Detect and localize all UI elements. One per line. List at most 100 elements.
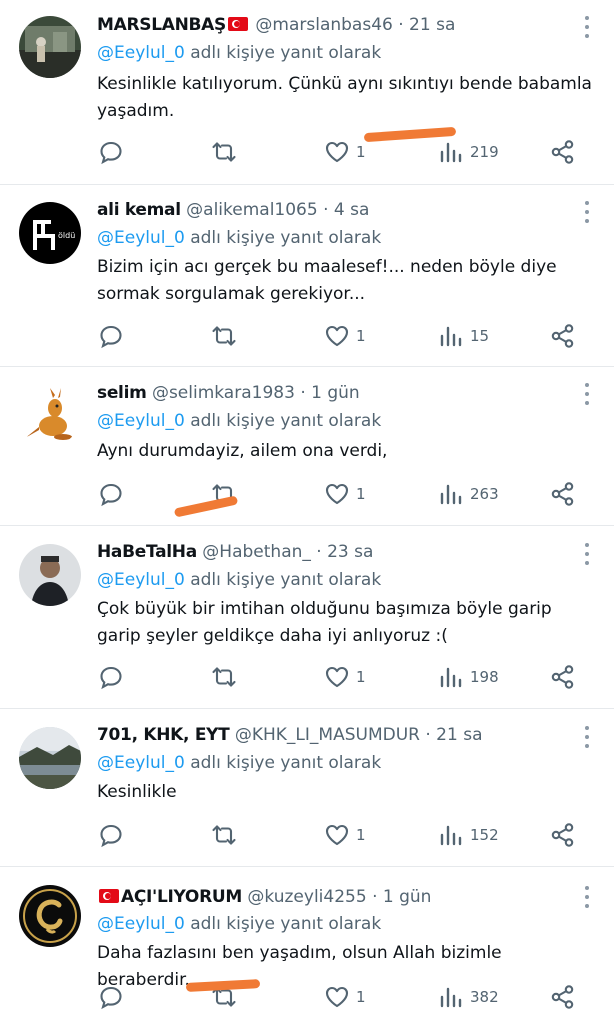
view-count: 219 [470,143,499,161]
retweet-icon [212,667,236,687]
reply-button[interactable] [98,820,124,850]
like-button[interactable]: 1 [324,820,366,850]
timestamp[interactable]: 21 sa [409,15,455,35]
separator-dot: · [425,725,431,745]
like-button[interactable]: 1 [324,982,366,1012]
tweet[interactable]: öldü ali kemal @alikemal1065 · 4 sa @Eey… [0,185,614,366]
views-button[interactable]: 382 [438,982,499,1012]
mention-link[interactable]: @Eeylul_0 [97,914,185,934]
mention-link[interactable]: @Eeylul_0 [97,43,185,63]
avatar[interactable]: öldü [19,202,81,264]
tweet[interactable]: 701, KHK, EYT @KHK_LI_MASUMDUR · 21 sa @… [0,709,614,866]
separator-dot: · [323,200,329,220]
heart-icon [325,483,349,505]
tweet[interactable]: AÇI'LIYORUM @kuzeyli4255 · 1 gün @Eeylul… [0,867,614,1024]
share-button[interactable] [550,820,576,850]
tweet[interactable]: selim @selimkara1983 · 1 gün @Eeylul_0 a… [0,367,614,525]
user-handle[interactable]: @marslanbas46 [255,15,392,35]
reply-button[interactable] [98,321,124,351]
more-options-icon[interactable] [584,383,590,405]
retweet-button[interactable] [211,137,237,167]
reply-button[interactable] [98,662,124,692]
timestamp[interactable]: 1 gün [311,383,360,403]
retweet-button[interactable] [211,820,237,850]
views-button[interactable]: 152 [438,820,499,850]
mention-link[interactable]: @Eeylul_0 [97,411,185,431]
reply-context: @Eeylul_0 adlı kişiye yanıt olarak [97,40,381,66]
reply-button[interactable] [98,137,124,167]
timestamp[interactable]: 23 sa [327,542,373,562]
separator-dot: · [300,383,306,403]
view-count: 382 [470,988,499,1006]
display-name[interactable]: MARSLANBAŞ [97,15,226,35]
reply-context-text: adlı kişiye yanıt olarak [190,411,382,431]
tweet[interactable]: HaBeTalHa @Habethan_ · 23 sa @Eeylul_0 a… [0,526,614,708]
like-count: 1 [356,327,366,345]
views-button[interactable]: 263 [438,479,499,509]
user-handle[interactable]: @kuzeyli4255 [247,887,366,907]
retweet-button[interactable] [211,662,237,692]
timestamp[interactable]: 21 sa [436,725,482,745]
like-button[interactable]: 1 [324,479,366,509]
views-button[interactable]: 198 [438,662,499,692]
turkey-flag-icon [227,17,248,31]
share-icon [551,140,574,164]
share-icon [551,482,574,506]
display-name[interactable]: 701, KHK, EYT [97,725,230,745]
user-handle[interactable]: @alikemal1065 [186,200,318,220]
mention-link[interactable]: @Eeylul_0 [97,753,185,773]
more-options-icon[interactable] [584,543,590,565]
display-name[interactable]: selim [97,383,147,403]
tweet-header: MARSLANBAŞ @marslanbas46 · 21 sa [97,12,455,38]
tweet-actions: 1 263 [0,479,614,509]
avatar[interactable] [19,16,81,78]
views-bar-chart-icon [440,667,462,688]
tweet-actions: 1 152 [0,820,614,850]
timestamp[interactable]: 1 gün [383,887,432,907]
avatar[interactable] [19,885,81,947]
display-name[interactable]: HaBeTalHa [97,542,197,562]
avatar[interactable] [19,727,81,789]
like-count: 1 [356,826,366,844]
like-button[interactable]: 1 [324,662,366,692]
reply-context-text: adlı kişiye yanıt olarak [190,228,382,248]
mention-link[interactable]: @Eeylul_0 [97,570,185,590]
user-handle[interactable]: @KHK_LI_MASUMDUR [235,725,420,745]
share-button[interactable] [550,982,576,1012]
more-options-icon[interactable] [584,726,590,748]
tweet[interactable]: MARSLANBAŞ @marslanbas46 · 21 sa @Eeylul… [0,0,614,184]
like-count: 1 [356,988,366,1006]
reply-button[interactable] [98,479,124,509]
reply-button[interactable] [98,982,124,1012]
views-bar-chart-icon [440,484,462,505]
like-button[interactable]: 1 [324,321,366,351]
more-options-icon[interactable] [584,886,590,908]
reply-context: @Eeylul_0 adlı kişiye yanıt olarak [97,225,381,251]
retweet-button[interactable] [211,321,237,351]
display-name[interactable]: AÇI'LIYORUM [121,887,242,907]
share-button[interactable] [550,479,576,509]
display-name[interactable]: ali kemal [97,200,181,220]
more-options-icon[interactable] [584,201,590,223]
tweet-actions: 1 15 [0,321,614,351]
tweet-actions: 1 219 [0,137,614,167]
share-button[interactable] [550,662,576,692]
views-button[interactable]: 15 [438,321,489,351]
user-handle[interactable]: @Habethan_ [202,542,311,562]
retweet-icon [212,825,236,845]
reply-icon [100,325,122,349]
mention-link[interactable]: @Eeylul_0 [97,228,185,248]
svg-text:öldü: öldü [58,231,75,240]
share-button[interactable] [550,137,576,167]
user-handle[interactable]: @selimkara1983 [152,383,295,403]
reply-icon [100,141,122,165]
like-button[interactable]: 1 [324,137,366,167]
timestamp[interactable]: 4 sa [334,200,370,220]
reply-context-text: adlı kişiye yanıt olarak [190,570,382,590]
views-button[interactable]: 219 [438,137,499,167]
more-options-icon[interactable] [584,16,590,38]
separator-dot: · [316,542,322,562]
avatar[interactable] [19,384,81,446]
share-button[interactable] [550,321,576,351]
avatar[interactable] [19,544,81,606]
